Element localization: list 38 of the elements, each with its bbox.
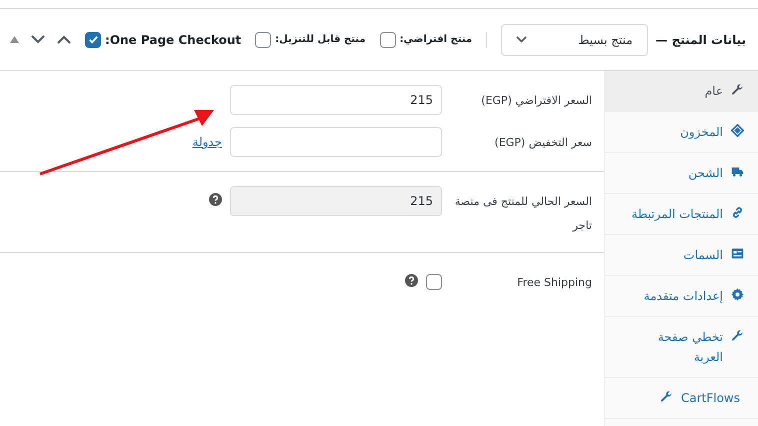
option-label: منتج افتراضي: — [400, 34, 472, 45]
list-icon — [731, 247, 744, 260]
chevron-down-icon — [516, 36, 527, 43]
price-field[interactable]: 215 — [230, 85, 442, 115]
price-field[interactable] — [230, 127, 442, 157]
sidebar-item[interactable]: CartFlows — [605, 378, 758, 419]
sidebar-item[interactable]: إعدادات متقدمة — [605, 276, 758, 317]
wrench-icon — [660, 390, 673, 403]
option-label: One Page Checkout: — [105, 32, 242, 46]
chevron-down-icon[interactable] — [31, 35, 45, 44]
wrench-icon — [731, 329, 744, 342]
sidebar-item[interactable]: عام — [605, 71, 758, 112]
checkbox[interactable] — [255, 32, 272, 48]
tag-icon — [731, 124, 744, 137]
check-icon — [88, 34, 98, 45]
field-label: السعر الحالي للمنتج فى منصة تاجر — [454, 194, 592, 234]
sidebar-item[interactable]: المخزون — [605, 112, 758, 153]
truck-icon — [731, 165, 744, 178]
checkbox[interactable] — [85, 32, 101, 48]
panel-title: بيانات المنتج — — [656, 32, 746, 46]
field-label: السعر الافتراضي (EGP) — [480, 93, 592, 109]
wrench-icon — [731, 83, 744, 96]
schedule-link[interactable]: جدولة — [192, 127, 222, 157]
checkbox[interactable] — [426, 274, 442, 290]
sidebar-item[interactable]: الشحن — [605, 153, 758, 194]
chevron-up-icon[interactable] — [57, 35, 71, 44]
option-label: منتج قابل للتنزيل: — [275, 34, 366, 45]
link-icon — [731, 206, 744, 219]
gear-icon — [731, 288, 744, 301]
field-label: سعر التخفيض (EGP) — [494, 135, 592, 151]
product-type-select[interactable]: منتج بسيط — [501, 24, 648, 56]
help-icon[interactable] — [405, 274, 418, 287]
field-label: Free Shipping — [516, 275, 592, 291]
checkbox[interactable] — [380, 32, 396, 48]
sidebar-item[interactable]: المنتجات المرتبطة — [605, 194, 758, 235]
sidebar-item[interactable]: السمات — [605, 235, 758, 276]
move-top-icon[interactable] — [10, 36, 19, 43]
sidebar-item[interactable]: تخطي صفحة العربة — [605, 317, 758, 378]
